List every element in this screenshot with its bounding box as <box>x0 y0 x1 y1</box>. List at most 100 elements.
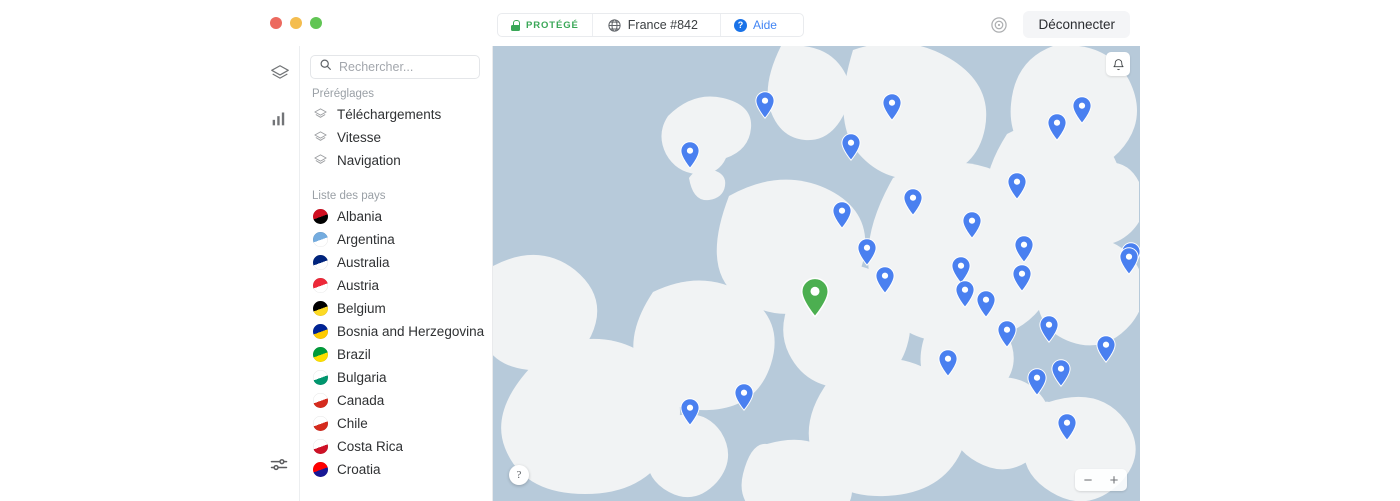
help-label: Aide <box>752 18 777 32</box>
bell-icon[interactable] <box>1106 52 1130 76</box>
countries-list: Albania Argentina Australia Austria Belgium B… <box>300 205 492 481</box>
flag-icon <box>313 301 328 316</box>
preset-label: Vitesse <box>337 130 382 145</box>
sliders-icon[interactable] <box>269 455 291 477</box>
preset-item[interactable]: Navigation <box>300 149 492 172</box>
country-label: Argentina <box>337 232 395 247</box>
country-label: Bosnia and Herzegovina <box>337 324 485 339</box>
preset-item[interactable]: Vitesse <box>300 126 492 149</box>
icon-rail <box>260 46 300 501</box>
map-pin-selected[interactable] <box>801 277 830 323</box>
zoom-out-button[interactable]: − <box>1075 469 1101 491</box>
country-item[interactable]: Belgium <box>300 297 492 320</box>
country-item[interactable]: Chile <box>300 412 492 435</box>
search-input[interactable] <box>339 60 492 74</box>
server-selector[interactable]: France #842 <box>593 14 721 36</box>
layers-icon <box>313 153 328 168</box>
preset-label: Navigation <box>337 153 401 168</box>
map-pin[interactable] <box>857 238 877 271</box>
map-pin[interactable] <box>875 266 895 299</box>
flag-icon <box>313 370 328 385</box>
target-icon[interactable] <box>989 15 1009 35</box>
country-item[interactable]: Austria <box>300 274 492 297</box>
country-item[interactable]: Brazil <box>300 343 492 366</box>
app-root: PROTÉGÉ France #842 ? Aide Déconnecter R… <box>0 0 1400 501</box>
map-pin[interactable] <box>1007 172 1027 205</box>
map-pin[interactable] <box>962 211 982 244</box>
preset-item[interactable]: Téléchargements <box>300 103 492 126</box>
map-pin[interactable] <box>680 398 700 431</box>
title-bar: PROTÉGÉ France #842 ? Aide Déconnecter <box>260 0 1140 46</box>
country-item[interactable]: Argentina <box>300 228 492 251</box>
map-pin[interactable] <box>755 91 775 124</box>
help-button[interactable]: ? Aide <box>721 14 803 36</box>
status-badge: PROTÉGÉ <box>498 14 593 36</box>
country-item[interactable]: Bosnia and Herzegovina <box>300 320 492 343</box>
map-pin[interactable] <box>955 280 975 313</box>
map-pin[interactable] <box>1047 113 1067 146</box>
maximize-window-button[interactable] <box>310 17 322 29</box>
search-box[interactable] <box>310 55 492 79</box>
presets-list: Téléchargements Vitesse Navigation <box>300 103 492 172</box>
minimize-window-button[interactable] <box>290 17 302 29</box>
map-help-button[interactable]: ? <box>509 465 529 485</box>
country-item[interactable]: Canada <box>300 389 492 412</box>
layers-icon[interactable] <box>269 63 291 85</box>
server-label: France #842 <box>627 18 698 32</box>
map-pin[interactable] <box>997 320 1017 353</box>
map-pin[interactable] <box>938 349 958 382</box>
flag-icon <box>313 439 328 454</box>
window-traffic-lights <box>270 17 322 29</box>
status-badge-label: PROTÉGÉ <box>526 19 579 31</box>
map-pin[interactable] <box>1119 247 1139 280</box>
rail-bottom <box>260 455 299 477</box>
globe-icon <box>607 18 622 33</box>
flag-icon <box>313 278 328 293</box>
map-pin[interactable] <box>1096 335 1116 368</box>
disconnect-button[interactable]: Déconnecter <box>1023 11 1130 38</box>
presets-section-label: Préréglages <box>312 88 375 100</box>
layers-icon <box>313 107 328 122</box>
close-window-button[interactable] <box>270 17 282 29</box>
map-canvas[interactable]: ? − + <box>493 46 1140 501</box>
country-item[interactable]: Australia <box>300 251 492 274</box>
sidebar: Préréglages Téléchargements Vitesse Naviga… <box>300 46 493 501</box>
map-pin[interactable] <box>832 201 852 234</box>
flag-icon <box>313 393 328 408</box>
map-pin[interactable] <box>1057 413 1077 446</box>
flag-icon <box>313 255 328 270</box>
map-pin[interactable] <box>903 188 923 221</box>
country-item[interactable]: Bulgaria <box>300 366 492 389</box>
map-zoom-controls: − + <box>1075 469 1127 491</box>
country-label: Costa Rica <box>337 439 404 454</box>
zoom-in-button[interactable]: + <box>1101 469 1127 491</box>
country-item[interactable]: Croatia <box>300 458 492 481</box>
country-item[interactable]: Costa Rica <box>300 435 492 458</box>
vpn-app-window: PROTÉGÉ France #842 ? Aide Déconnecter R… <box>260 0 1140 501</box>
stats-icon[interactable] <box>269 107 291 129</box>
country-label: Albania <box>337 209 383 224</box>
country-item[interactable]: Albania <box>300 205 492 228</box>
country-label: Croatia <box>337 462 381 477</box>
map-pin[interactable] <box>1027 368 1047 401</box>
map-pin[interactable] <box>841 133 861 166</box>
country-label: Belgium <box>337 301 386 316</box>
map-pin[interactable] <box>976 290 996 323</box>
map-pin[interactable] <box>882 93 902 126</box>
map-pin[interactable] <box>734 383 754 416</box>
lock-icon <box>511 19 520 31</box>
app-body: Préréglages Téléchargements Vitesse Naviga… <box>260 46 1140 501</box>
flag-icon <box>313 462 328 477</box>
titlebar-right-tools: Déconnecter <box>989 11 1130 38</box>
map-pin[interactable] <box>1039 315 1059 348</box>
help-circle-icon: ? <box>733 18 747 32</box>
map-landmass <box>493 46 1139 501</box>
flag-icon <box>313 324 328 339</box>
map-pin[interactable] <box>680 141 700 174</box>
country-label: Chile <box>337 416 368 431</box>
map-pin[interactable] <box>1012 264 1032 297</box>
map-pin[interactable] <box>1072 96 1092 129</box>
countries-section-label: Liste des pays <box>312 190 386 202</box>
map-pin[interactable] <box>1051 359 1071 392</box>
country-label: Bulgaria <box>337 370 387 385</box>
